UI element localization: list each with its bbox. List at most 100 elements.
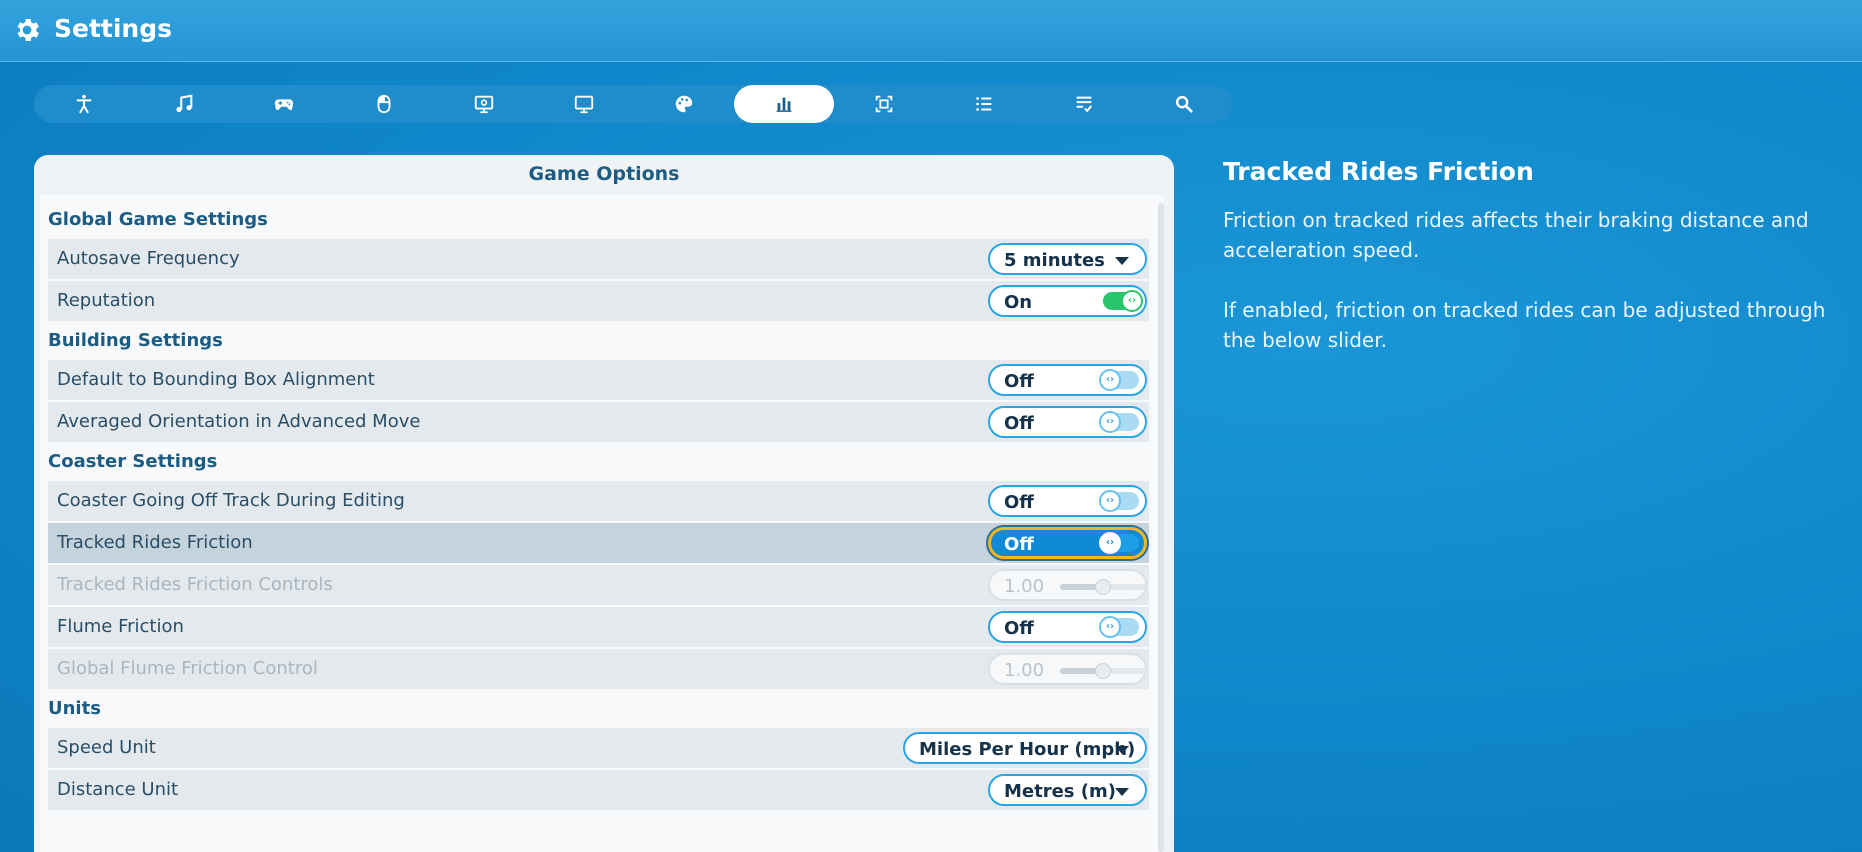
row-speed-unit: Speed Unit Miles Per Hour (mph) <box>48 728 1149 768</box>
tab-controller[interactable] <box>234 85 334 123</box>
chevron-down-icon <box>1115 257 1129 265</box>
options-list: Global Game Settings Autosave Frequency … <box>40 195 1164 852</box>
tab-checklist[interactable] <box>1034 85 1134 123</box>
row-bounding-box-alignment: Default to Bounding Box Alignment Off ‹› <box>48 360 1149 400</box>
switch-knob-icon: ‹› <box>1099 369 1121 391</box>
tab-search[interactable] <box>1134 85 1234 123</box>
reputation-toggle[interactable]: On ‹› <box>988 285 1147 317</box>
tracked-rides-friction-controls-label: Tracked Rides Friction Controls <box>57 574 333 595</box>
game-options-panel: Game Options Global Game Settings Autosa… <box>34 155 1174 852</box>
bar-chart-icon <box>776 97 792 112</box>
tab-graphics[interactable] <box>634 85 734 123</box>
window-title: Settings <box>54 14 173 43</box>
coaster-off-track-label: Coaster Going Off Track During Editing <box>57 490 405 511</box>
averaged-orientation-label: Averaged Orientation in Advanced Move <box>57 411 421 432</box>
row-tracked-rides-friction-controls: Tracked Rides Friction Controls 1.00 <box>48 565 1149 605</box>
accessibility-icon <box>76 94 92 114</box>
section-coaster-settings: Coaster Settings <box>48 451 218 472</box>
tracked-rides-friction-toggle[interactable]: Off ‹› <box>988 527 1147 559</box>
monitor-icon <box>574 95 594 114</box>
switch-knob-icon: ‹› <box>1099 411 1121 433</box>
tab-list[interactable] <box>934 85 1034 123</box>
toggle-switch: ‹› <box>1099 411 1139 433</box>
averaged-orientation-value: Off <box>1004 413 1034 434</box>
speed-unit-dropdown[interactable]: Miles Per Hour (mph) <box>903 732 1147 764</box>
tab-display-settings[interactable] <box>434 85 534 123</box>
global-flume-friction-slider[interactable]: 1.00 <box>988 653 1147 685</box>
slider-track <box>1060 663 1146 679</box>
gamepad-icon <box>274 99 294 111</box>
tracked-rides-friction-label: Tracked Rides Friction <box>57 532 253 553</box>
flume-friction-label: Flume Friction <box>57 616 184 637</box>
global-flume-friction-slider-value: 1.00 <box>1004 660 1045 681</box>
tracked-rides-friction-value: Off <box>1004 534 1034 555</box>
autosave-frequency-value: 5 minutes <box>1004 250 1105 271</box>
title-bar: Settings <box>0 0 1862 62</box>
toggle-switch: ‹› <box>1099 369 1139 391</box>
row-reputation: Reputation On ‹› <box>48 281 1149 321</box>
flume-friction-value: Off <box>1004 618 1034 639</box>
slider-thumb[interactable] <box>1095 663 1111 679</box>
slider-track <box>1060 579 1146 595</box>
tab-audio[interactable] <box>134 85 234 123</box>
help-title: Tracked Rides Friction <box>1223 157 1534 186</box>
row-coaster-off-track: Coaster Going Off Track During Editing O… <box>48 481 1149 521</box>
panel-title: Game Options <box>528 163 680 185</box>
flume-friction-toggle[interactable]: Off ‹› <box>988 611 1147 643</box>
section-units: Units <box>48 698 101 719</box>
bounding-box-alignment-toggle[interactable]: Off ‹› <box>988 364 1147 396</box>
screen-frame-icon <box>875 95 893 113</box>
toggle-switch: ‹› <box>1099 616 1139 638</box>
help-paragraph-1: Friction on tracked rides affects their … <box>1223 208 1809 262</box>
speed-unit-label: Speed Unit <box>57 737 156 758</box>
list-icon <box>976 97 992 111</box>
row-flume-friction: Flume Friction Off ‹› <box>48 607 1149 647</box>
bounding-box-alignment-label: Default to Bounding Box Alignment <box>57 369 375 390</box>
tracked-rides-friction-slider[interactable]: 1.00 <box>988 569 1147 601</box>
music-note-icon <box>176 94 193 113</box>
mouse-icon <box>377 94 391 114</box>
distance-unit-label: Distance Unit <box>57 779 179 800</box>
chevron-down-icon <box>1115 788 1129 796</box>
autosave-frequency-dropdown[interactable]: 5 minutes <box>988 243 1147 275</box>
coaster-off-track-toggle[interactable]: Off ‹› <box>988 485 1147 517</box>
palette-icon <box>675 95 693 113</box>
help-paragraph-2: If enabled, friction on tracked rides ca… <box>1223 298 1826 352</box>
tab-mouse[interactable] <box>334 85 434 123</box>
distance-unit-dropdown[interactable]: Metres (m) <box>988 774 1147 806</box>
slider-thumb[interactable] <box>1095 579 1111 595</box>
checklist-icon <box>1076 96 1093 113</box>
row-autosave-frequency: Autosave Frequency 5 minutes <box>48 239 1149 279</box>
tab-game-options[interactable] <box>734 85 834 123</box>
row-distance-unit: Distance Unit Metres (m) <box>48 770 1149 810</box>
tab-interface-scale[interactable] <box>834 85 934 123</box>
section-global-game-settings: Global Game Settings <box>48 209 268 230</box>
switch-knob-icon: ‹› <box>1099 490 1121 512</box>
reputation-label: Reputation <box>57 290 156 311</box>
distance-unit-value: Metres (m) <box>1004 781 1116 802</box>
speed-unit-value: Miles Per Hour (mph) <box>919 739 1136 760</box>
section-building-settings: Building Settings <box>48 330 223 351</box>
switch-knob-icon: ‹› <box>1121 290 1143 312</box>
reputation-value: On <box>1004 292 1033 313</box>
tab-monitor[interactable] <box>534 85 634 123</box>
display-settings-icon <box>474 95 494 114</box>
row-global-flume-friction-control: Global Flume Friction Control 1.00 <box>48 649 1149 689</box>
global-flume-friction-control-label: Global Flume Friction Control <box>57 658 318 679</box>
toggle-switch: ‹› <box>1099 532 1139 554</box>
autosave-frequency-label: Autosave Frequency <box>57 248 240 269</box>
row-averaged-orientation: Averaged Orientation in Advanced Move Of… <box>48 402 1149 442</box>
gear-icon <box>17 19 39 41</box>
coaster-off-track-value: Off <box>1004 492 1034 513</box>
toggle-switch: ‹› <box>1103 290 1143 312</box>
settings-tab-bar <box>34 85 1232 123</box>
options-scrollbar[interactable] <box>1158 203 1164 852</box>
switch-knob-icon: ‹› <box>1099 616 1121 638</box>
chevron-down-icon <box>1115 746 1129 754</box>
row-tracked-rides-friction: Tracked Rides Friction Off ‹› <box>48 523 1149 563</box>
search-icon <box>1175 95 1193 113</box>
switch-knob-icon: ‹› <box>1099 532 1121 554</box>
tab-accessibility[interactable] <box>34 85 134 123</box>
toggle-switch: ‹› <box>1099 490 1139 512</box>
averaged-orientation-toggle[interactable]: Off ‹› <box>988 406 1147 438</box>
